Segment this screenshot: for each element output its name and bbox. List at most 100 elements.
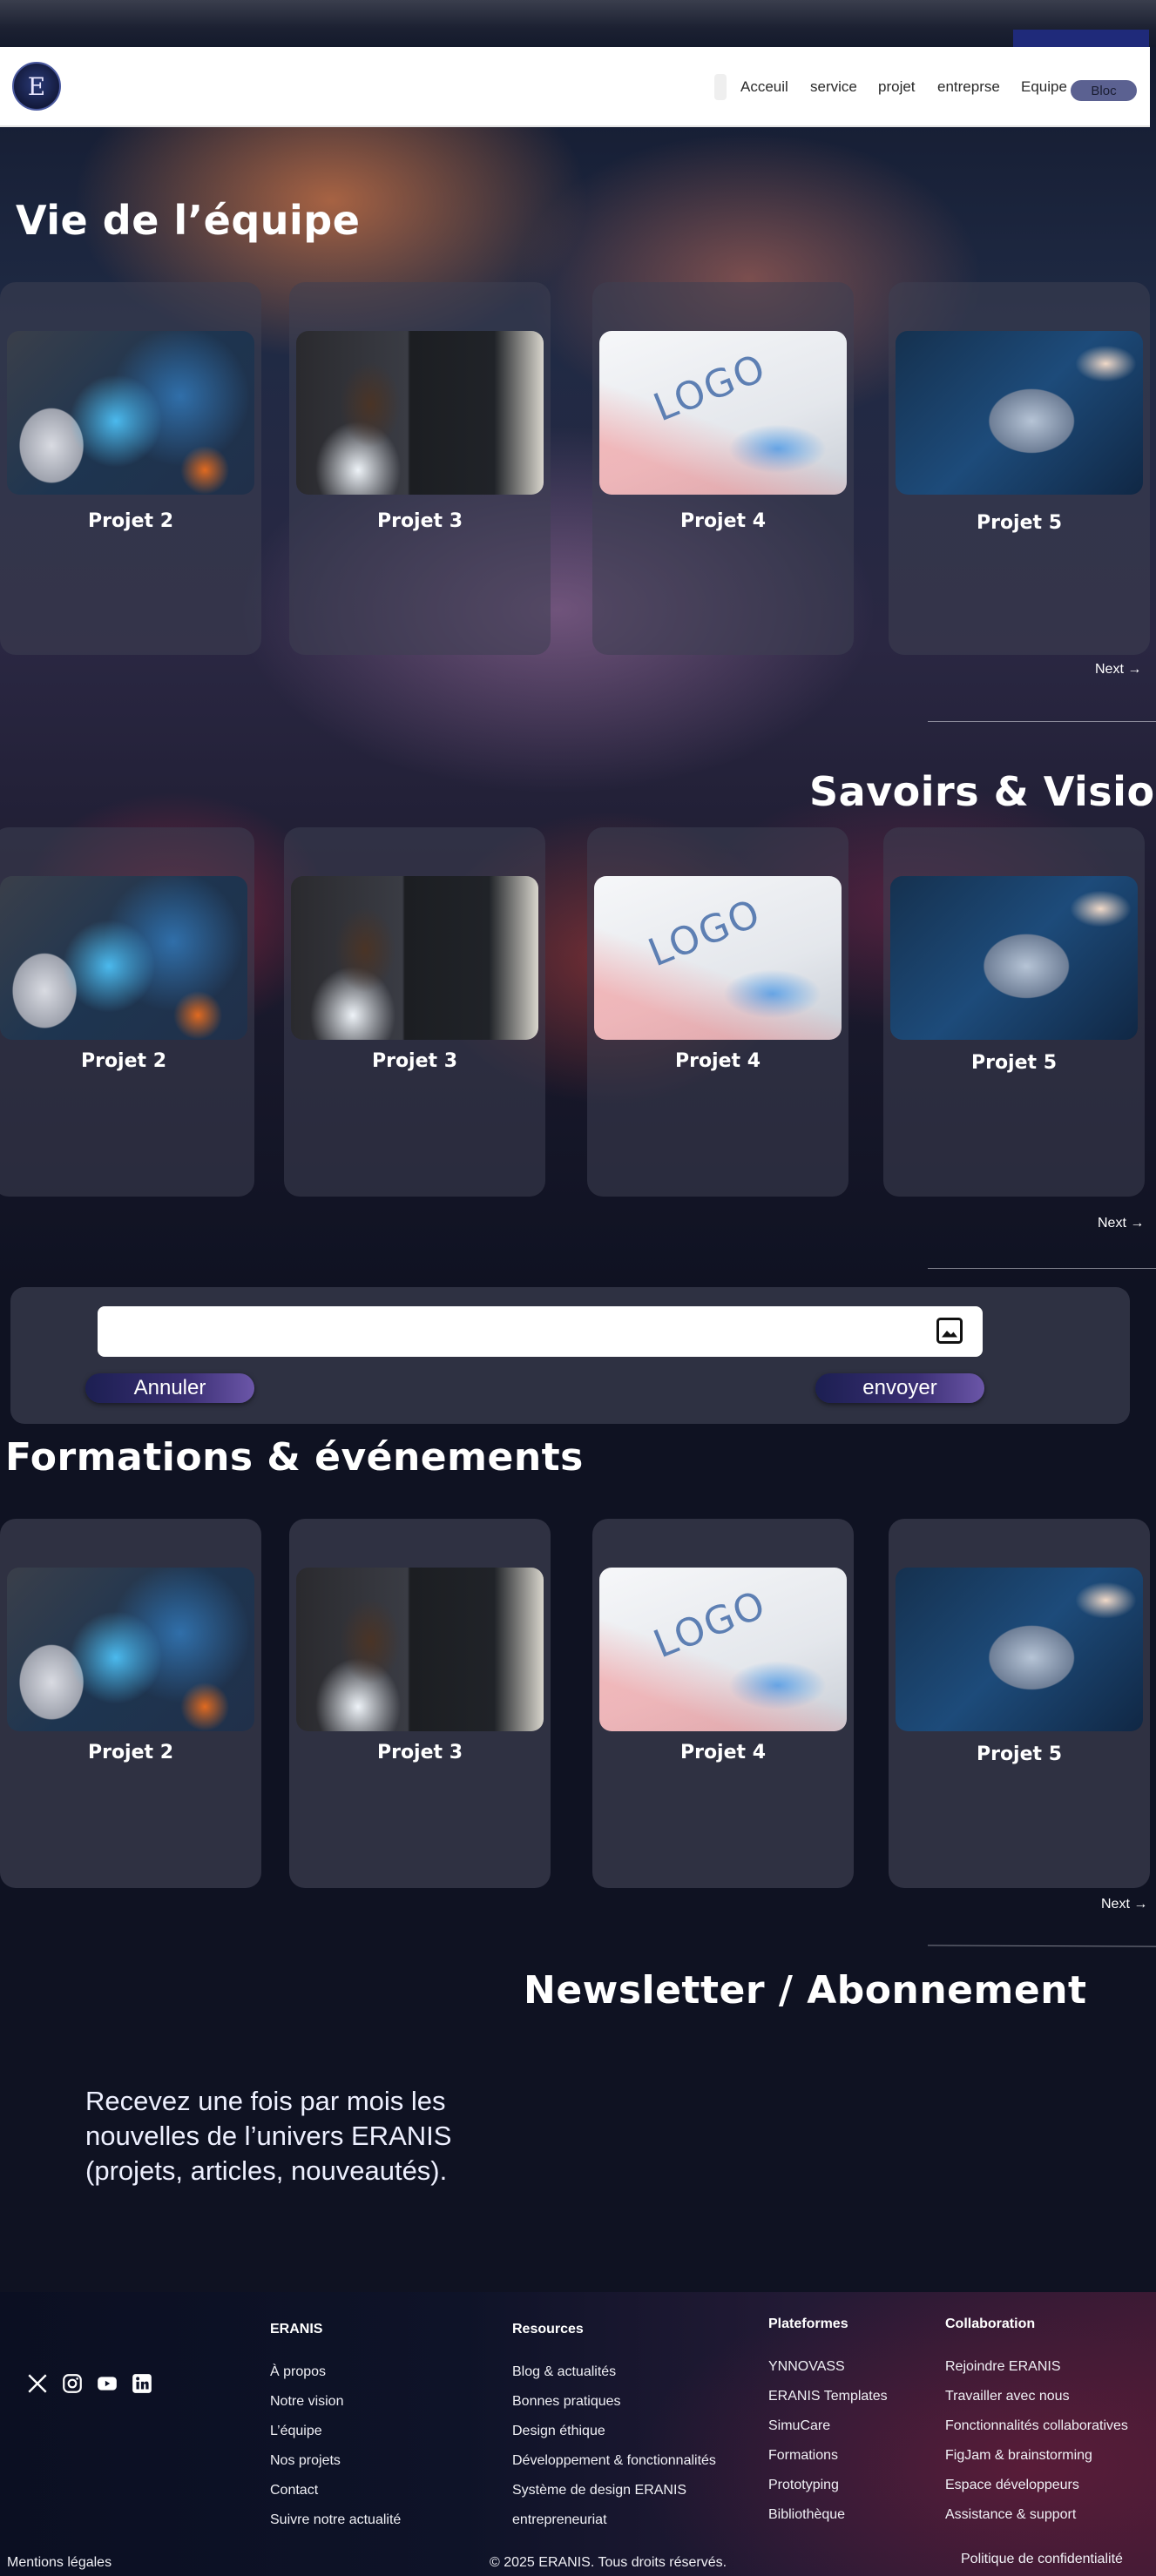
footer-column-title: Resources xyxy=(512,2322,584,2337)
nav-indicator xyxy=(714,74,727,100)
robot-thumbnail xyxy=(0,876,247,1040)
project-card-title: Projet 4 xyxy=(679,510,767,532)
footer-link[interactable]: Développement & fonctionnalités xyxy=(512,2453,716,2469)
footer-link[interactable]: Formations xyxy=(768,2448,838,2464)
arrow-right-icon: → xyxy=(1130,1216,1145,1231)
top-accent-bar xyxy=(1013,30,1149,47)
browser-top-strip xyxy=(0,0,1156,47)
footer-column-title: Plateformes xyxy=(768,2316,848,2331)
footer-link[interactable]: Suivre notre actualité xyxy=(270,2512,401,2528)
project-card-title: Projet 4 xyxy=(679,1742,767,1763)
robot-arm-thumbnail xyxy=(896,331,1143,495)
footer-link[interactable]: Prototyping xyxy=(768,2478,839,2493)
robot-thumbnail xyxy=(7,331,254,495)
instagram-icon[interactable] xyxy=(61,2372,84,2395)
next-label: Next xyxy=(1095,662,1124,677)
arrow-right-icon: → xyxy=(1127,662,1142,677)
project-card-title: Projet 3 xyxy=(376,510,463,532)
project-card[interactable]: LOGO Projet 4 xyxy=(592,282,854,655)
logo-design-thumbnail: LOGO xyxy=(599,331,847,495)
footer-link[interactable]: FigJam & brainstorming xyxy=(945,2448,1092,2464)
footer-link[interactable]: Nos projets xyxy=(270,2453,341,2469)
logo-letter: E xyxy=(27,71,46,101)
logo-design-thumbnail: LOGO xyxy=(594,876,842,1040)
robot-arm-thumbnail xyxy=(896,1568,1143,1731)
project-card[interactable]: Projet 2 xyxy=(0,282,261,655)
eranis-logo[interactable]: E xyxy=(12,62,61,111)
footer-link[interactable]: Fonctionnalités collaboratives xyxy=(945,2418,1128,2434)
send-button[interactable]: envoyer xyxy=(815,1373,984,1403)
x-icon[interactable] xyxy=(26,2372,49,2395)
legal-notice-link[interactable]: Mentions légales xyxy=(7,2555,112,2571)
project-card-title: Projet 3 xyxy=(371,1050,458,1072)
project-card-title: Projet 2 xyxy=(87,510,174,532)
next-button[interactable]: Next → xyxy=(1095,662,1141,678)
project-card-title: Projet 2 xyxy=(80,1050,167,1072)
section-title-knowledge: Savoirs & Vision xyxy=(809,768,1156,815)
nav-link-projet[interactable]: projet xyxy=(878,78,916,96)
next-label: Next xyxy=(1101,1897,1130,1912)
message-input[interactable] xyxy=(98,1306,983,1357)
footer-link[interactable]: Notre vision xyxy=(270,2394,343,2410)
youtube-icon[interactable] xyxy=(96,2372,118,2395)
section-title-events: Formations & événements xyxy=(5,1435,584,1480)
footer-link[interactable]: Système de design ERANIS xyxy=(512,2483,686,2498)
project-card[interactable]: LOGO Projet 4 xyxy=(587,827,848,1197)
robot-thumbnail xyxy=(7,1568,254,1731)
linkedin-icon[interactable] xyxy=(131,2372,153,2395)
nav-link-entreprise[interactable]: entreprse xyxy=(937,78,1000,96)
project-card[interactable]: Projet 3 xyxy=(284,827,545,1197)
project-card[interactable]: Projet 5 xyxy=(889,1519,1150,1888)
footer-link[interactable]: Rejoindre ERANIS xyxy=(945,2359,1061,2375)
footer-link[interactable]: Espace développeurs xyxy=(945,2478,1079,2493)
footer-column-title: Collaboration xyxy=(945,2316,1036,2331)
project-card-title: Projet 4 xyxy=(674,1050,761,1072)
project-card[interactable]: LOGO Projet 4 xyxy=(592,1519,854,1888)
project-card[interactable]: Projet 2 xyxy=(0,1519,261,1888)
image-icon[interactable] xyxy=(934,1315,965,1346)
site-header: E Acceuil service projet entreprse Equip… xyxy=(0,47,1150,127)
next-button[interactable]: Next → xyxy=(1098,1216,1144,1231)
newsletter-description: Recevez une fois par mois les nouvelles … xyxy=(85,2086,452,2186)
nav-link-equipe[interactable]: Equipe xyxy=(1021,78,1067,96)
footer-link[interactable]: L’équipe xyxy=(270,2424,322,2439)
footer-link[interactable]: ERANIS Templates xyxy=(768,2389,888,2404)
footer-column-title: ERANIS xyxy=(270,2322,323,2337)
footer-link[interactable]: Design éthique xyxy=(512,2424,605,2439)
footer-link[interactable]: Bonnes pratiques xyxy=(512,2394,621,2410)
project-card-title: Projet 5 xyxy=(970,1052,1058,1074)
project-card-title: Projet 5 xyxy=(976,512,1063,534)
project-card-title: Projet 5 xyxy=(976,1743,1063,1765)
thumbnail-logo-text: LOGO xyxy=(647,345,773,431)
bloc-button[interactable]: Bloc xyxy=(1071,80,1137,101)
project-card[interactable]: Projet 3 xyxy=(289,1519,551,1888)
next-button[interactable]: Next → xyxy=(1101,1897,1147,1912)
nav-link-service[interactable]: service xyxy=(810,78,857,96)
cancel-button[interactable]: Annuler xyxy=(85,1373,254,1403)
section-title-team: Vie de l’équipe xyxy=(16,197,361,244)
section-divider xyxy=(928,1268,1156,1269)
developer-thumbnail xyxy=(296,331,544,495)
project-card-title: Projet 2 xyxy=(87,1742,174,1763)
project-card[interactable]: Projet 5 xyxy=(889,282,1150,655)
footer-link[interactable]: Blog & actualités xyxy=(512,2364,616,2380)
project-card[interactable]: Projet 2 xyxy=(0,827,254,1197)
footer-link[interactable]: YNNOVASS xyxy=(768,2359,845,2375)
footer-link[interactable]: SimuCare xyxy=(768,2418,830,2434)
logo-design-thumbnail: LOGO xyxy=(599,1568,847,1731)
robot-arm-thumbnail xyxy=(890,876,1138,1040)
footer-link[interactable]: À propos xyxy=(270,2364,326,2380)
project-card[interactable]: Projet 5 xyxy=(883,827,1145,1197)
footer-link[interactable]: Travailler avec nous xyxy=(945,2389,1070,2404)
footer-link[interactable]: Contact xyxy=(270,2483,318,2498)
footer-link[interactable]: Bibliothèque xyxy=(768,2507,845,2523)
next-label: Next xyxy=(1098,1216,1126,1231)
footer-link[interactable]: Assistance & support xyxy=(945,2507,1076,2523)
project-card[interactable]: Projet 3 xyxy=(289,282,551,655)
project-card-title: Projet 3 xyxy=(376,1742,463,1763)
thumbnail-logo-text: LOGO xyxy=(642,890,767,976)
newsletter-title: Newsletter / Abonnement xyxy=(524,1968,1087,2013)
nav-link-acceuil[interactable]: Acceuil xyxy=(740,78,788,96)
footer-link[interactable]: entrepreneuriat xyxy=(512,2512,607,2528)
privacy-policy-link[interactable]: Politique de confidentialité xyxy=(961,2552,1123,2567)
